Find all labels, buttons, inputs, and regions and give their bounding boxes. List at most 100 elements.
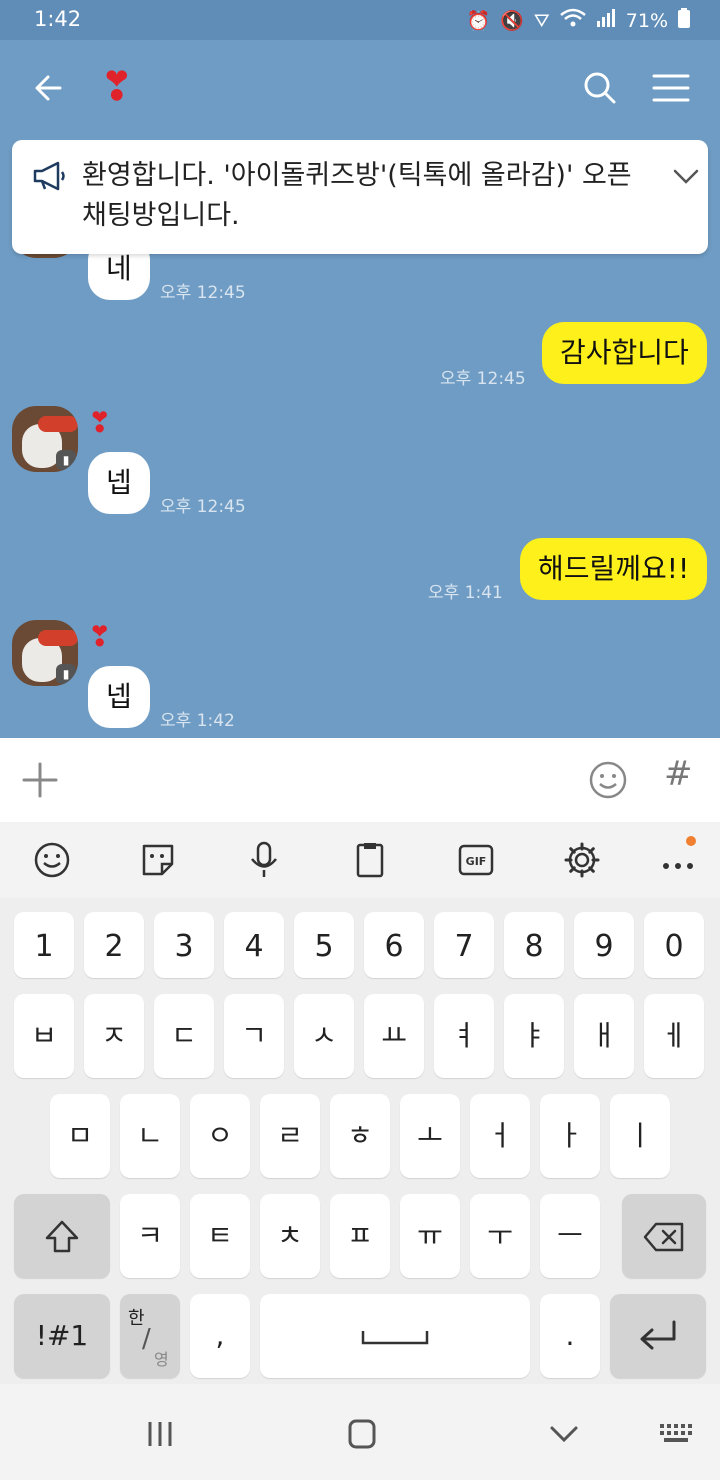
backspace-key[interactable] (622, 1194, 706, 1278)
key-e[interactable]: ㅔ (644, 994, 704, 1078)
key-bieup[interactable]: ㅂ (14, 994, 74, 1078)
chat-title[interactable]: ❣ (100, 62, 134, 112)
key-mieum[interactable]: ㅁ (50, 1094, 110, 1178)
enter-key[interactable] (610, 1294, 706, 1378)
chat-header: ❣ (0, 40, 720, 140)
symbols-key[interactable]: !#1 (14, 1294, 110, 1378)
message-bubble[interactable]: 넵 (88, 452, 150, 514)
clipboard-icon[interactable] (350, 840, 390, 880)
key-a[interactable]: ㅏ (540, 1094, 600, 1178)
avatar[interactable]: ▮ (12, 406, 78, 472)
settings-gear-icon[interactable] (562, 840, 602, 880)
arrow-left-icon (35, 75, 62, 101)
key-0[interactable]: 0 (644, 912, 704, 978)
key-1[interactable]: 1 (14, 912, 74, 978)
keyboard-switch-button[interactable] (656, 1418, 696, 1450)
battery-icon (678, 8, 690, 33)
sender-name: ❣ (88, 620, 112, 653)
shift-key[interactable] (14, 1194, 110, 1278)
more-icon[interactable] (660, 840, 700, 880)
message-time: 오후 1:42 (160, 711, 235, 731)
key-3[interactable]: 3 (154, 912, 214, 978)
search-button[interactable] (580, 68, 620, 108)
space-key[interactable] (260, 1294, 530, 1378)
key-nieun[interactable]: ㄴ (120, 1094, 180, 1178)
status-time: 1:42 (34, 7, 82, 31)
key-7[interactable]: 7 (434, 912, 494, 978)
emoticon-button[interactable] (588, 760, 628, 800)
back-nav-button[interactable] (544, 1418, 584, 1450)
chevron-down-icon (550, 1426, 578, 1443)
key-yeo[interactable]: ㅕ (434, 994, 494, 1078)
chevron-down-icon[interactable] (672, 164, 700, 188)
svg-text:GIF: GIF (466, 855, 487, 868)
back-button[interactable] (30, 68, 70, 108)
message-bubble[interactable]: 감사합니다 (542, 322, 707, 384)
key-8[interactable]: 8 (504, 912, 564, 978)
system-nav-bar (0, 1384, 720, 1480)
plus-button[interactable] (20, 760, 60, 800)
data-saver-icon: ⛛ (533, 9, 550, 32)
key-ieung[interactable]: ㅇ (190, 1094, 250, 1178)
message-time: 오후 1:41 (428, 583, 503, 603)
recents-button[interactable] (140, 1418, 180, 1450)
home-button[interactable] (342, 1418, 382, 1450)
sender-name: ❣ (88, 406, 112, 439)
battery-percent: 71% (625, 9, 668, 32)
key-ya[interactable]: ㅑ (504, 994, 564, 1078)
recents-icon (148, 1422, 172, 1446)
message-bubble[interactable]: 넵 (88, 666, 150, 728)
status-icons: ⏰ 🔇 ⛛ 71% (466, 8, 690, 33)
key-tieut[interactable]: ㅌ (190, 1194, 250, 1278)
keyboard-icon (660, 1424, 692, 1442)
key-eo[interactable]: ㅓ (470, 1094, 530, 1178)
key-yu[interactable]: ㅠ (400, 1194, 460, 1278)
wifi-icon (559, 8, 586, 33)
key-siot[interactable]: ㅅ (294, 994, 354, 1078)
key-hieut[interactable]: ㅎ (330, 1094, 390, 1178)
key-digeut[interactable]: ㄷ (154, 994, 214, 1078)
space-icon (361, 1331, 429, 1345)
key-giyeok[interactable]: ㄱ (224, 994, 284, 1078)
key-eu[interactable]: ㅡ (540, 1194, 600, 1278)
period-key[interactable]: . (540, 1294, 600, 1378)
menu-icon (652, 74, 690, 102)
key-9[interactable]: 9 (574, 912, 634, 978)
menu-button[interactable] (650, 70, 692, 106)
smiley-icon (589, 761, 627, 799)
sticker-icon[interactable] (138, 840, 178, 880)
mute-icon: 🔇 (500, 10, 524, 32)
message-bubble[interactable]: 해드릴께요!! (520, 538, 708, 600)
key-jieut[interactable]: ㅈ (84, 994, 144, 1078)
home-icon (348, 1419, 376, 1449)
key-u[interactable]: ㅜ (470, 1194, 530, 1278)
keyboard-toolbar: GIF (0, 822, 720, 898)
key-chieut[interactable]: ㅊ (260, 1194, 320, 1278)
key-5[interactable]: 5 (294, 912, 354, 978)
emoji-icon[interactable] (32, 840, 72, 880)
key-ae[interactable]: ㅐ (574, 994, 634, 1078)
key-o[interactable]: ㅗ (400, 1094, 460, 1178)
key-pieup[interactable]: ㅍ (330, 1194, 390, 1278)
message-time: 오후 12:45 (160, 283, 246, 303)
notice-banner[interactable]: 환영합니다. '아이돌퀴즈방'(틱톡에 올라감)' 오픈채팅방입니다. (12, 140, 708, 254)
language-toggle-key[interactable]: 한 / 영 (120, 1294, 180, 1378)
message-input-bar[interactable]: # (0, 738, 720, 822)
microphone-icon[interactable] (244, 840, 284, 880)
key-2[interactable]: 2 (84, 912, 144, 978)
alarm-icon: ⏰ (466, 10, 491, 32)
gif-icon[interactable]: GIF (456, 840, 496, 880)
key-i[interactable]: ㅣ (610, 1094, 670, 1178)
avatar[interactable]: ▮ (12, 620, 78, 686)
key-yo[interactable]: ㅛ (364, 994, 424, 1078)
key-4[interactable]: 4 (224, 912, 284, 978)
key-6[interactable]: 6 (364, 912, 424, 978)
hashtag-button[interactable]: # (664, 754, 693, 794)
status-bar: 1:42 ⏰ 🔇 ⛛ 71% (0, 0, 720, 40)
message-time: 오후 12:45 (440, 369, 526, 389)
key-rieul[interactable]: ㄹ (260, 1094, 320, 1178)
lang-slash: / (142, 1324, 151, 1354)
chat-area[interactable]: 환영합니다. '아이돌퀴즈방'(틱톡에 올라감)' 오픈채팅방입니다. 네 오후… (0, 140, 720, 738)
key-kieuk[interactable]: ㅋ (120, 1194, 180, 1278)
comma-key[interactable]: , (190, 1294, 250, 1378)
